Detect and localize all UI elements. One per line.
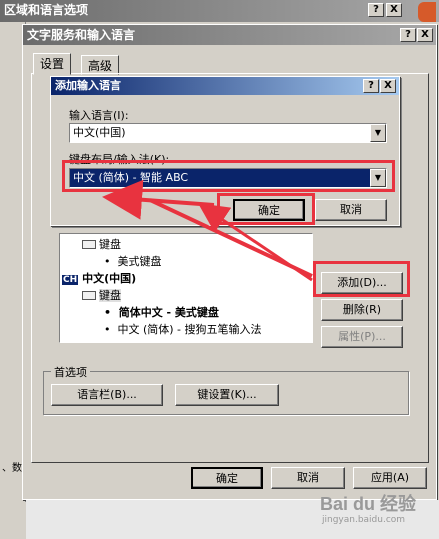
arrow-line — [102, 179, 215, 220]
watermark-logo: Bai du 经验 — [320, 494, 417, 514]
tab-settings[interactable]: 设置 — [33, 53, 72, 75]
arrow-line — [198, 203, 313, 282]
annotation-arrows — [102, 179, 313, 282]
watermark-url: jingyan.baidu.com — [322, 515, 406, 525]
watermark: Bai du 经验 jingyan.baidu.com — [300, 490, 436, 536]
